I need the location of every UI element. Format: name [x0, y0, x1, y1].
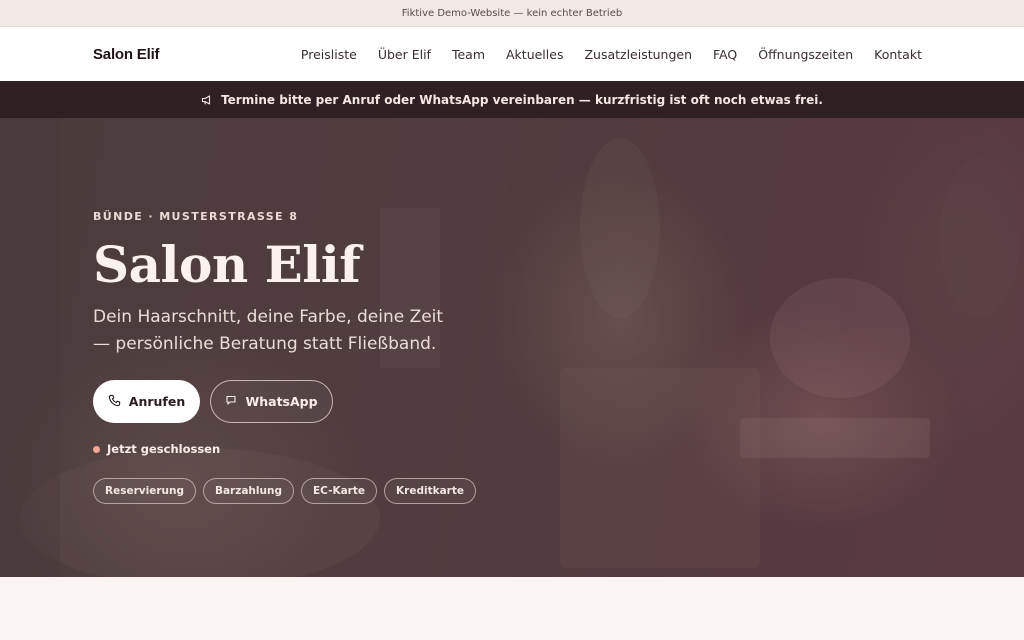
top-navbar: Salon Elif Preisliste Über Elif Team Akt…	[0, 27, 1024, 81]
brand-logo[interactable]: Salon Elif	[93, 46, 160, 63]
chip-ec-karte: EC-Karte	[300, 478, 378, 504]
whatsapp-button[interactable]: WhatsApp	[210, 380, 333, 423]
announcement-bar: Termine bitte per Anruf oder WhatsApp ve…	[0, 81, 1024, 118]
chat-bubble-icon	[225, 394, 237, 409]
payment-chips: Reservierung Barzahlung EC-Karte Kreditk…	[93, 478, 693, 504]
nav-zusatzleistungen[interactable]: Zusatzleistungen	[584, 47, 692, 62]
nav-preisliste[interactable]: Preisliste	[301, 47, 357, 62]
call-button[interactable]: Anrufen	[93, 380, 200, 423]
nav-ueber-elif[interactable]: Über Elif	[378, 47, 431, 62]
nav-oeffnungszeiten[interactable]: Öffnungszeiten	[758, 47, 853, 62]
demo-notice-text: Fiktive Demo-Website — kein echter Betri…	[401, 7, 623, 19]
demo-notice-bar: Fiktive Demo-Website — kein echter Betri…	[0, 0, 1024, 27]
chip-kreditkarte: Kreditkarte	[384, 478, 476, 504]
nav-faq[interactable]: FAQ	[713, 47, 737, 62]
status-dot-icon	[93, 445, 100, 453]
whatsapp-button-label: WhatsApp	[245, 394, 318, 409]
hero-subtitle: Dein Haarschnitt, deine Farbe, deine Zei…	[93, 307, 444, 354]
nav-team[interactable]: Team	[452, 47, 485, 62]
opening-status: Jetzt geschlossen	[93, 442, 693, 456]
announcement-text: Termine bitte per Anruf oder WhatsApp ve…	[221, 92, 823, 107]
chip-reservierung: Reservierung	[93, 478, 196, 504]
status-text: Jetzt geschlossen	[107, 442, 221, 456]
nav-kontakt[interactable]: Kontakt	[874, 47, 922, 62]
call-button-label: Anrufen	[128, 394, 186, 409]
hero-title: Salon Elif	[93, 235, 361, 294]
megaphone-icon	[201, 94, 213, 106]
hero-content: BÜNDE · MUSTERSTRASSE 8 Salon Elif Dein …	[93, 210, 693, 504]
chip-barzahlung: Barzahlung	[202, 478, 294, 504]
hero-buttons: Anrufen WhatsApp	[93, 380, 693, 423]
phone-icon	[108, 394, 121, 410]
hero-section: BÜNDE · MUSTERSTRASSE 8 Salon Elif Dein …	[0, 118, 1024, 577]
main-nav: Preisliste Über Elif Team Aktuelles Zusa…	[280, 47, 922, 62]
hero-location: BÜNDE · MUSTERSTRASSE 8	[93, 210, 299, 223]
next-section	[0, 577, 1024, 640]
nav-aktuelles[interactable]: Aktuelles	[506, 47, 563, 62]
